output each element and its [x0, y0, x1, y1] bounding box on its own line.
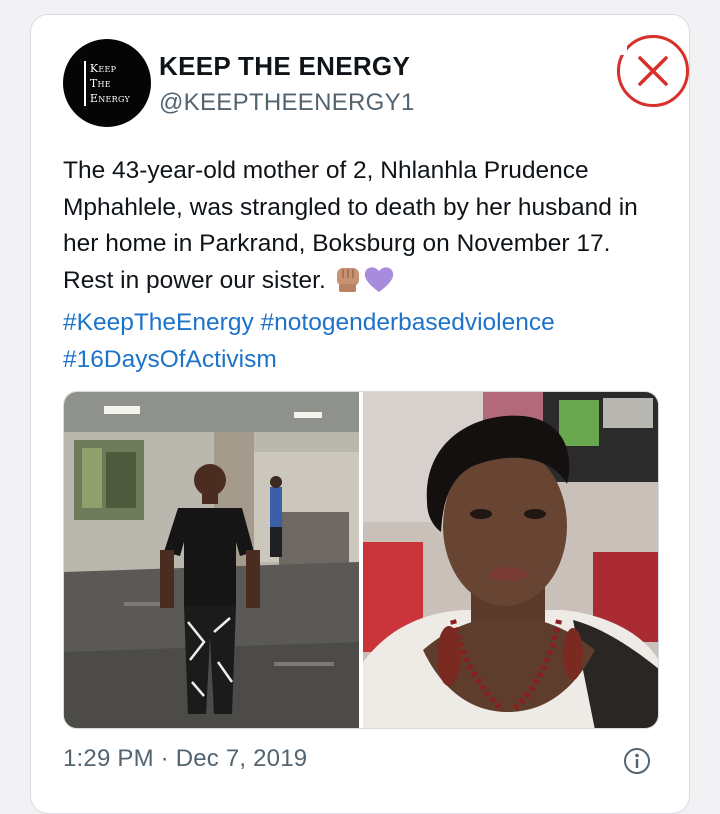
media-grid [63, 391, 659, 729]
tweet-timestamp[interactable]: 1:29 PM · Dec 7, 2019 [63, 745, 307, 773]
tweet-card: Keep The Energy KEEP THE ENERGY @KEEPTHE… [30, 14, 690, 814]
hashtag-16daysofactivism[interactable]: #16DaysOfActivism [63, 346, 277, 373]
close-icon [638, 56, 668, 86]
hashtag-notogenderbasedviolence[interactable]: #notogenderbasedviolence [261, 309, 555, 336]
photo-woman-standing-in-lobby[interactable] [64, 392, 359, 728]
avatar[interactable]: Keep The Energy [63, 39, 151, 127]
info-icon[interactable] [623, 747, 651, 775]
close-button-gap [617, 45, 627, 55]
hashtag-keeptheenergy[interactable]: #KeepTheEnergy [63, 309, 254, 336]
raised-fist-emoji [333, 264, 363, 306]
photo-woman-selfie[interactable] [363, 392, 658, 728]
display-name[interactable]: KEEP THE ENERGY [159, 51, 410, 82]
purple-heart-emoji [363, 264, 395, 306]
tweet-text: The 43-year-old mother of 2, Nhlanhla Pr… [63, 153, 663, 378]
close-button[interactable] [617, 35, 689, 107]
avatar-logo-text: Keep The Energy [83, 60, 130, 106]
user-handle[interactable]: @KEEPTHEENERGY1 [159, 89, 415, 117]
